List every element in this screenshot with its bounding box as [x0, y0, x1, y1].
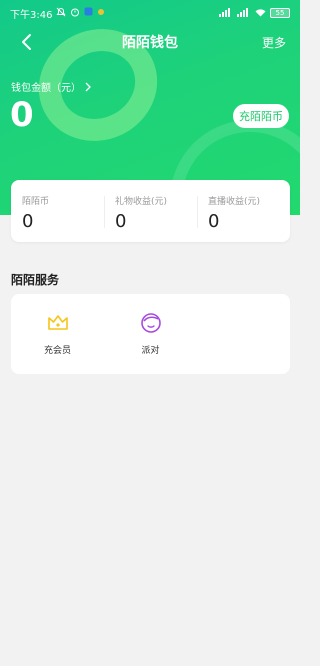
- signal-icon: [219, 7, 233, 19]
- services-card: 充会员 派对: [11, 294, 290, 374]
- status-time: 下午3:46: [10, 9, 53, 21]
- wifi-icon: [255, 8, 266, 19]
- recharge-button[interactable]: 充陌陌币: [233, 104, 289, 128]
- service-label: 充会员: [43, 346, 71, 356]
- stat-value: 0: [22, 211, 34, 232]
- mute-icon: [56, 7, 66, 20]
- wallet-amount-value: 0: [10, 95, 34, 135]
- service-label: 派对: [141, 346, 160, 356]
- stat-gift-income[interactable]: 礼物收益(元) 0: [104, 180, 197, 242]
- service-item-party[interactable]: 派对: [104, 294, 197, 374]
- back-button[interactable]: [14, 30, 38, 54]
- page-title: 陌陌钱包: [122, 35, 178, 51]
- status-bar: 下午3:46 55: [0, 0, 300, 26]
- wallet-label-text: 钱包金额（元）: [11, 83, 81, 94]
- status-right: 55: [219, 7, 290, 19]
- chevron-left-icon: [22, 34, 31, 50]
- service-item-vip[interactable]: 充会员: [11, 294, 104, 374]
- battery-indicator: 55: [270, 8, 290, 18]
- stat-value: 0: [115, 211, 127, 232]
- services-section-title: 陌陌服务: [11, 273, 60, 287]
- stats-card: 陌陌币 0 礼物收益(元) 0 直播收益(元) 0: [11, 180, 290, 242]
- signal-2-icon: [237, 7, 251, 19]
- stat-live-income[interactable]: 直播收益(元) 0: [197, 180, 290, 242]
- wallet-amount-label[interactable]: 钱包金额（元）: [11, 79, 91, 94]
- status-left: 下午3:46: [10, 6, 105, 21]
- party-face-icon: [140, 313, 161, 333]
- crown-icon: [47, 315, 68, 330]
- more-button[interactable]: 更多: [262, 34, 286, 51]
- stat-momo-coin[interactable]: 陌陌币 0: [11, 180, 104, 242]
- chevron-right-icon: [85, 82, 91, 91]
- title-bar: 陌陌钱包 更多: [0, 28, 300, 56]
- stat-label: 礼物收益(元): [115, 197, 168, 207]
- stat-label: 陌陌币: [22, 197, 50, 207]
- alarm-icon: [70, 7, 80, 20]
- notification-dot-icon: [97, 8, 105, 19]
- stat-value: 0: [208, 211, 220, 232]
- notification-app-icon: [84, 7, 93, 19]
- stat-label: 直播收益(元): [208, 197, 261, 207]
